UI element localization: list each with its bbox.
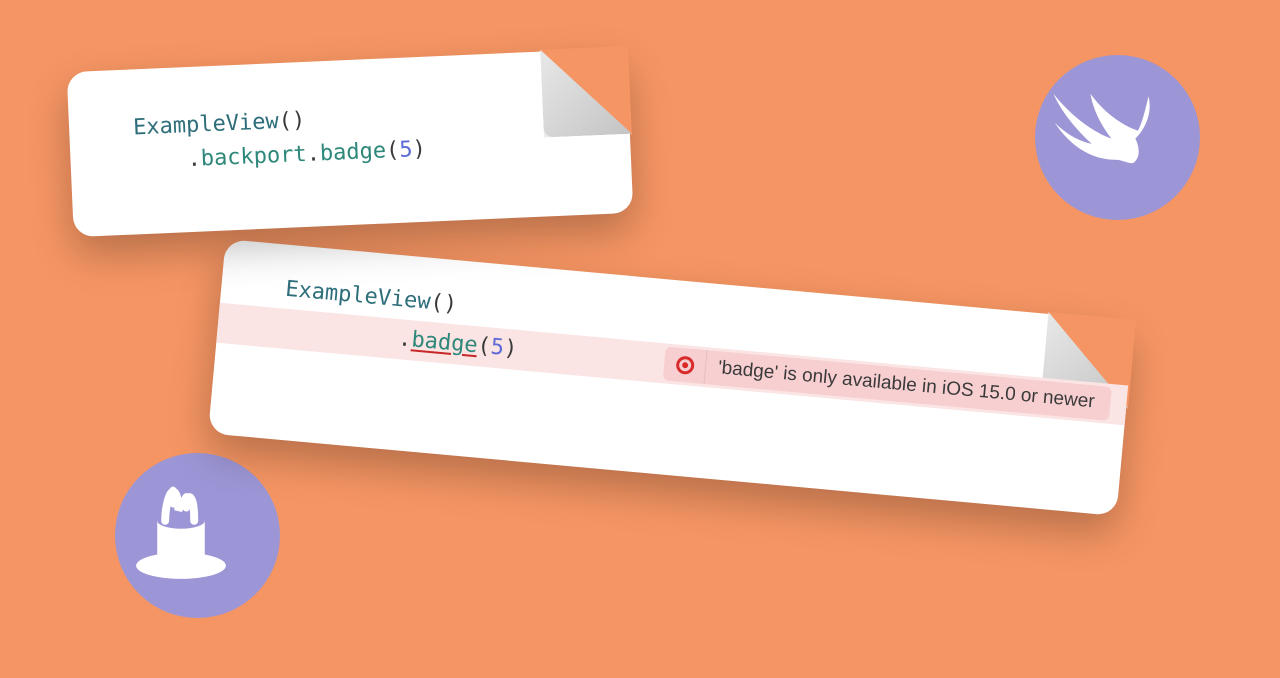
code-token-type: ExampleView — [133, 109, 280, 140]
code-indent — [344, 321, 399, 351]
code-token-close: ) — [412, 137, 426, 163]
swift-badge — [1035, 55, 1200, 220]
code-snippet-error: ExampleView() .badge(5) 'badge' is only … — [208, 239, 1134, 516]
error-dot-icon — [675, 356, 695, 376]
code-token-number: 5 — [399, 137, 413, 163]
magic-badge — [115, 453, 280, 618]
code-token-backport: backport — [200, 142, 307, 172]
code-token-parens: () — [429, 290, 458, 317]
code-token-badge-error: badge — [410, 327, 478, 358]
code-block: ExampleView() .badge(5) 'badge' is only … — [216, 239, 1134, 425]
code-token-close: ) — [503, 336, 518, 362]
code-token-open: ( — [386, 138, 400, 164]
magic-hat-icon — [115, 468, 280, 604]
code-snippet-backport: ExampleView() .backport.badge(5) — [67, 48, 634, 237]
code-block: ExampleView() .backport.badge(5) — [67, 48, 631, 183]
error-icon-cell — [663, 346, 708, 384]
swift-bird-icon — [1035, 70, 1200, 206]
code-token-parens: () — [278, 108, 306, 134]
code-token-type: ExampleView — [284, 277, 431, 315]
code-token-dot: . — [187, 147, 201, 173]
code-indent — [134, 147, 188, 174]
code-token-badge: badge — [319, 139, 386, 167]
